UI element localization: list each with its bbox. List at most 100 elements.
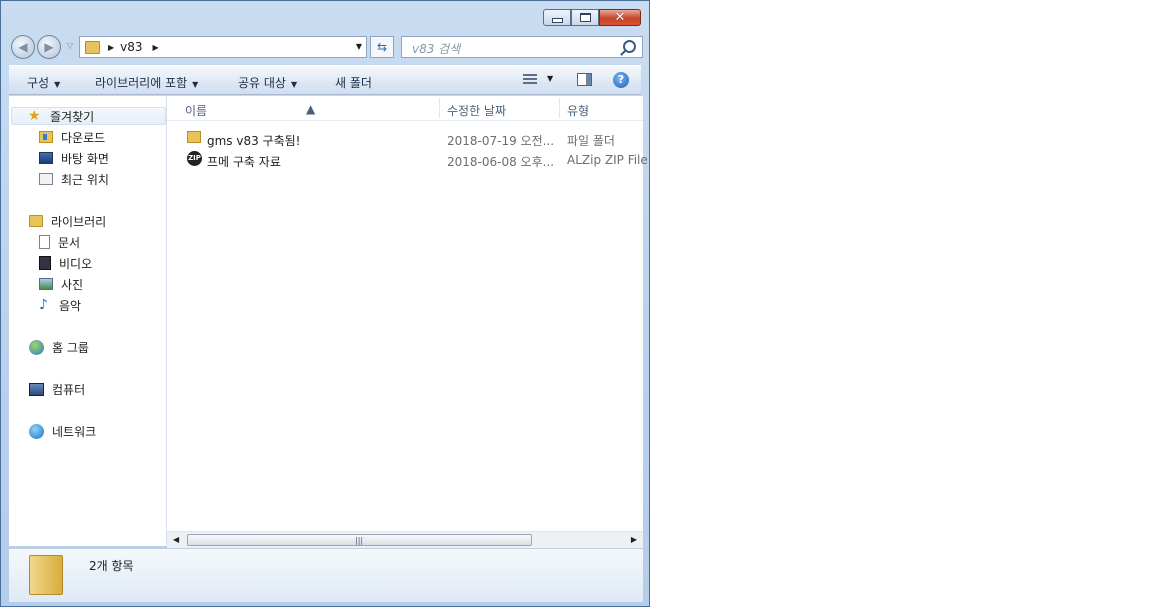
file-date: 2018-06-08 오후... — [447, 155, 555, 169]
nav-item-label: 즐겨찾기 — [50, 109, 95, 124]
sort-ascending-icon: ▲ — [306, 102, 316, 116]
minimize-icon — [551, 18, 563, 23]
nav-item-pictures[interactable]: 사진 — [39, 275, 83, 293]
network-icon — [29, 423, 44, 439]
file-name: gms v83 구축됨! — [207, 134, 301, 148]
documents-icon — [39, 235, 50, 249]
breadcrumb-chevron-icon[interactable]: ▶ — [108, 43, 114, 52]
change-view-icon[interactable] — [523, 74, 537, 86]
nav-item-label: 다운로드 — [61, 130, 106, 145]
file-name: 프메 구축 자료 — [207, 155, 281, 169]
folder-icon — [29, 555, 63, 595]
view-dropdown-icon[interactable]: ▼ — [547, 74, 553, 83]
recent-places-icon — [39, 173, 53, 185]
dropdown-arrow-icon: ▼ — [192, 80, 199, 89]
help-icon[interactable]: ? — [613, 72, 629, 88]
desktop-icon — [39, 152, 53, 164]
maximize-icon — [579, 13, 591, 22]
refresh-button[interactable]: ⇆ — [370, 36, 394, 58]
scrollbar-thumb[interactable]: ||| — [187, 534, 532, 546]
forward-button[interactable]: ▶ — [37, 35, 61, 59]
music-note-icon: ♪ — [39, 297, 48, 313]
file-list: ▲ 이름 수정한 날짜 유형 gms v83 구축됨! 2018-07-19 오… — [167, 96, 648, 546]
nav-item-label: 홈 그룹 — [52, 340, 89, 355]
address-dropdown-icon[interactable]: ▼ — [356, 42, 362, 51]
nav-item-computer[interactable]: 컴퓨터 — [29, 380, 85, 398]
column-divider[interactable] — [559, 98, 560, 118]
nav-item-label: 문서 — [58, 235, 81, 250]
nav-item-label: 음악 — [59, 298, 82, 313]
close-icon: ✕ — [614, 10, 626, 25]
nav-item-recent[interactable]: 최근 위치 — [39, 170, 109, 188]
nav-item-music[interactable]: ♪ 음악 — [39, 296, 81, 314]
nav-item-documents[interactable]: 문서 — [39, 233, 80, 251]
nav-item-homegroup[interactable]: 홈 그룹 — [29, 338, 89, 356]
nav-item-desktop[interactable]: 바탕 화면 — [39, 149, 109, 167]
include-in-library-label: 라이브러리에 포함 — [95, 76, 188, 90]
file-row[interactable]: gms v83 구축됨! 2018-07-19 오전... 파일 폴더 — [185, 129, 645, 149]
folder-icon — [85, 40, 100, 54]
libraries-icon — [29, 215, 43, 227]
command-bar: 구성 ▼ 라이브러리에 포함 ▼ 공유 대상 ▼ 새 폴더 ▼ ? — [9, 65, 641, 95]
dropdown-arrow-icon: ▼ — [290, 80, 298, 89]
new-folder-label: 새 폴더 — [335, 76, 372, 90]
dropdown-arrow-icon: ▼ — [54, 80, 61, 89]
share-with-label: 공유 대상 — [238, 76, 286, 90]
refresh-icon: ⇆ — [376, 40, 388, 54]
column-header-date[interactable]: 수정한 날짜 — [447, 102, 506, 119]
scroll-right-icon[interactable]: ▶ — [631, 535, 637, 544]
close-button[interactable]: ✕ — [599, 9, 641, 26]
nav-item-label: 최근 위치 — [61, 172, 109, 187]
homegroup-icon — [29, 339, 44, 355]
share-with-button[interactable]: 공유 대상 ▼ — [238, 74, 297, 91]
file-type: 파일 폴더 — [567, 134, 615, 148]
folder-icon — [187, 131, 201, 143]
maximize-button[interactable] — [571, 9, 599, 26]
forward-arrow-icon: ▶ — [44, 40, 54, 54]
caption-buttons: ✕ — [543, 9, 641, 26]
item-count: 2개 항목 — [89, 559, 134, 573]
preview-pane-icon[interactable] — [577, 73, 592, 86]
breadcrumb-chevron-icon[interactable]: ▶ — [153, 43, 159, 52]
video-icon — [39, 256, 51, 270]
search-placeholder: v83 검색 — [412, 42, 461, 56]
file-row[interactable]: ZIP 프메 구축 자료 2018-06-08 오후... ALZip ZIP … — [185, 150, 648, 170]
horizontal-scrollbar[interactable]: ◀ ||| ▶ — [167, 531, 643, 549]
search-icon[interactable] — [623, 40, 636, 53]
grip-icon: ||| — [355, 536, 364, 545]
nav-item-label: 바탕 화면 — [61, 151, 109, 166]
new-folder-button[interactable]: 새 폴더 — [335, 74, 372, 91]
nav-item-videos[interactable]: 비디오 — [39, 254, 92, 272]
nav-item-label: 라이브러리 — [51, 214, 107, 229]
organize-button[interactable]: 구성 ▼ — [27, 74, 60, 91]
navigation-pane: ★ 즐겨찾기 다운로드 바탕 화면 최근 위치 라이브러리 문서 비디오 사진 … — [9, 96, 167, 546]
recent-pages-dropdown-icon[interactable]: ▽ — [67, 41, 73, 50]
back-button[interactable]: ◀ — [11, 35, 35, 59]
back-arrow-icon: ◀ — [18, 40, 28, 54]
column-divider[interactable] — [439, 98, 440, 118]
minimize-button[interactable] — [543, 9, 571, 26]
address-bar[interactable]: ▶ v83 ▶ ▼ — [79, 36, 367, 58]
nav-item-libraries[interactable]: 라이브러리 — [29, 212, 106, 230]
breadcrumb-v83[interactable]: v83 — [120, 40, 142, 54]
scroll-left-icon[interactable]: ◀ — [173, 535, 179, 544]
nav-item-label: 네트워크 — [52, 424, 97, 439]
column-header-row: ▲ 이름 수정한 날짜 유형 — [167, 96, 643, 121]
computer-icon — [29, 382, 44, 396]
nav-item-label: 사진 — [61, 277, 84, 292]
nav-item-label: 컴퓨터 — [52, 382, 86, 397]
star-icon: ★ — [28, 108, 41, 124]
nav-item-network[interactable]: 네트워크 — [29, 422, 96, 440]
navigation-row: ◀ ▶ ▽ ▶ v83 ▶ ▼ ⇆ v83 검색 — [9, 35, 643, 59]
file-type: ALZip ZIP File — [567, 153, 648, 167]
nav-item-favorites[interactable]: ★ 즐겨찾기 — [11, 107, 166, 125]
column-header-type[interactable]: 유형 — [567, 102, 589, 119]
organize-label: 구성 — [27, 76, 50, 90]
pictures-icon — [39, 278, 53, 290]
search-input[interactable]: v83 검색 — [401, 36, 643, 58]
nav-item-downloads[interactable]: 다운로드 — [39, 128, 105, 146]
explorer-window: ✕ ◀ ▶ ▽ ▶ v83 ▶ ▼ ⇆ v83 검색 구성 ▼ 라이브러리에 포함… — [0, 0, 650, 607]
include-in-library-button[interactable]: 라이브러리에 포함 ▼ — [95, 74, 198, 91]
details-pane: 2개 항목 — [9, 548, 643, 602]
column-header-name[interactable]: 이름 — [185, 102, 207, 119]
